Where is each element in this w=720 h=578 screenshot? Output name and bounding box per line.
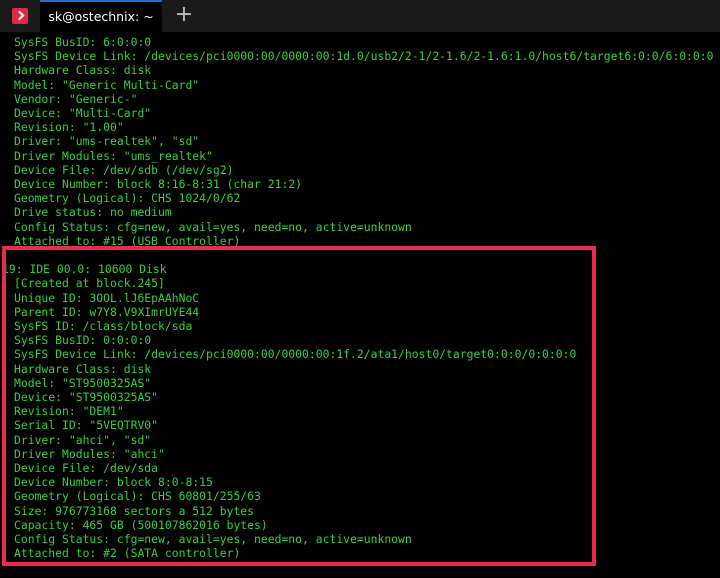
terminal-line: Model: "Generic Multi-Card" [14, 77, 200, 92]
terminal-line: Device Number: block 8:16-8:31 (char 21:… [14, 177, 303, 191]
tab-terminal[interactable]: sk@ostechnix: ~ [40, 0, 162, 32]
terminal-line: SysFS BusID: 6:0:0:0 [14, 35, 152, 49]
terminal-line: Driver: "ums-realtek", "sd" [14, 134, 200, 149]
terminal-icon[interactable] [12, 8, 28, 24]
highlight-box [2, 246, 596, 566]
terminal-line: Vendor: "Generic-" [14, 91, 138, 106]
terminal-line: SysFS Device Link: /devices/pci0000:00/0… [14, 49, 714, 64]
terminal-line: Driver Modules: "ums_realtek" [14, 148, 213, 163]
terminal-line: Geometry (Logical): CHS 1024/0/62 [14, 191, 241, 206]
terminal-line: Device File: /dev/sdb (/dev/sg2) [14, 162, 234, 177]
terminal-line: Drive status: no medium [14, 205, 172, 220]
terminal-line: Hardware Class: disk [14, 63, 152, 78]
title-bar: sk@ostechnix: ~ + [0, 0, 720, 32]
terminal-line: Config Status: cfg=new, avail=yes, need=… [14, 219, 412, 234]
plus-icon[interactable]: + [172, 4, 196, 28]
terminal-line: Revision: "1.00" [14, 120, 124, 135]
terminal-line: Device: "Multi-Card" [14, 106, 152, 120]
